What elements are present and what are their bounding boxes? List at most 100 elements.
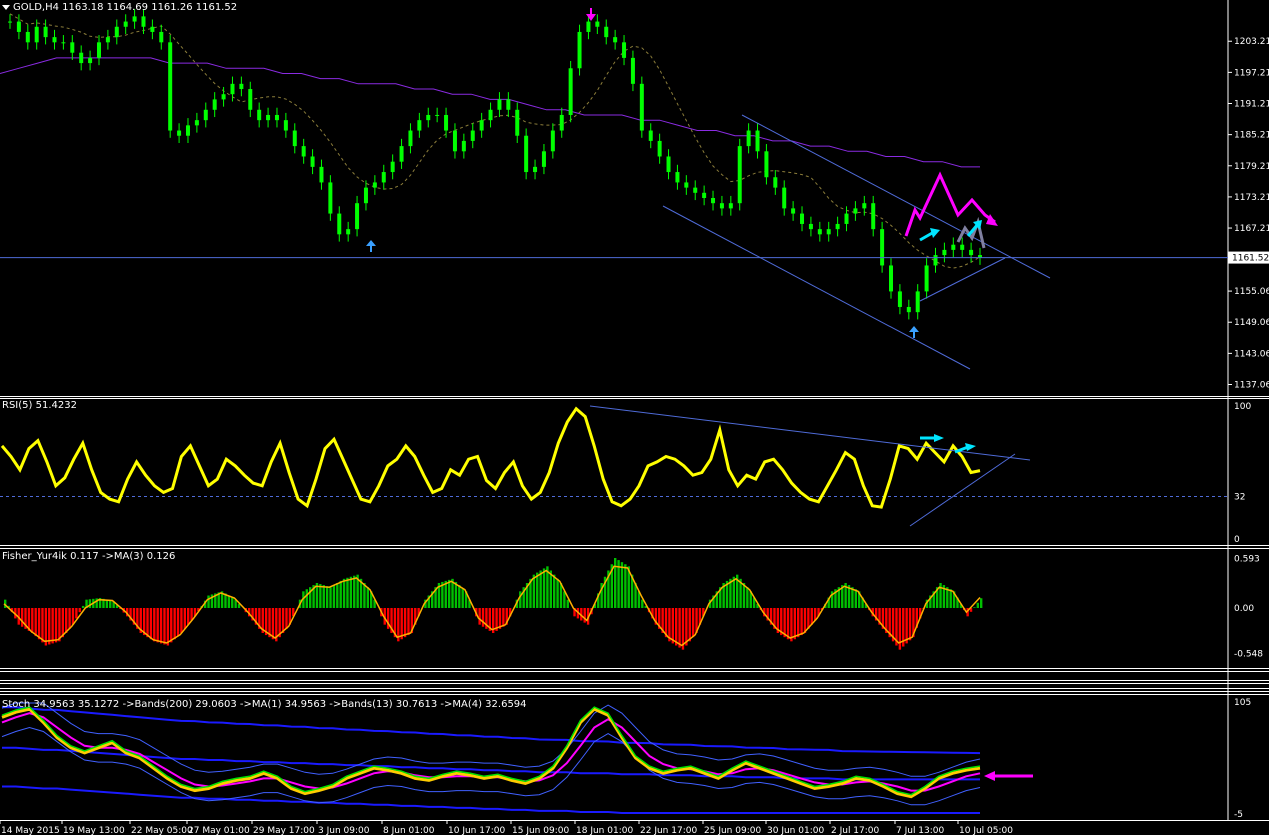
fisher-bar	[746, 587, 749, 608]
candle-body	[239, 83, 244, 90]
fisher-bar	[458, 585, 461, 608]
fisher-bar	[65, 608, 68, 633]
fisher-bar	[146, 608, 149, 638]
price-tick-label: 1203.21	[1234, 37, 1269, 47]
candle-body	[417, 120, 422, 131]
fisher-bar	[207, 595, 210, 608]
time-tick-label: 10 Jul 05:00	[959, 826, 1013, 835]
price-header: GOLD,H4 1163.18 1164.69 1161.26 1161.52	[2, 2, 237, 13]
fisher-bar	[339, 580, 342, 608]
candle-body	[550, 130, 555, 152]
time-tick-label: 25 Jun 09:00	[704, 826, 761, 835]
candle-body	[568, 68, 573, 115]
fisher-bar	[187, 608, 190, 625]
price-tick-label: 1149.06	[1234, 318, 1269, 328]
candle-body	[622, 42, 627, 58]
candle-body	[862, 203, 867, 209]
candle-body	[435, 114, 440, 116]
fisher-bar	[346, 577, 349, 608]
fisher-bar	[444, 580, 447, 608]
candle-body	[497, 99, 502, 110]
fisher-bar	[332, 585, 336, 608]
fisher-bar	[71, 608, 75, 625]
candle-body	[363, 187, 368, 204]
candle-body	[319, 166, 324, 183]
candle-body	[301, 146, 306, 157]
fisher-bar	[54, 608, 58, 643]
candle-body	[835, 223, 840, 230]
fisher-bar	[532, 574, 536, 608]
fisher-tick-label: 0.593	[1234, 555, 1260, 565]
candle-body	[185, 125, 190, 136]
symbol-label: GOLD,H4	[13, 2, 59, 13]
fisher-bar	[668, 608, 671, 642]
candle-body	[274, 114, 279, 121]
candle-body	[666, 156, 671, 173]
time-tick-label: 7 Jul 13:00	[896, 826, 945, 835]
candle-body	[791, 208, 796, 214]
fisher-bar	[447, 579, 451, 608]
fisher-bar	[271, 608, 275, 640]
fisher-bar	[231, 597, 234, 608]
candle-body	[257, 109, 262, 121]
fisher-bar	[156, 608, 159, 643]
fisher-bar	[400, 608, 403, 640]
candle-body	[426, 114, 431, 121]
candle-body	[871, 203, 876, 230]
candle-body	[515, 109, 520, 136]
candle-body	[141, 16, 146, 27]
candle-body	[897, 291, 902, 307]
fisher-bar	[556, 578, 559, 608]
fisher-bar	[173, 608, 176, 640]
candle-body	[755, 130, 760, 152]
candle-body	[746, 130, 751, 147]
fisher-bar	[539, 570, 542, 608]
fisher-bar	[78, 608, 81, 613]
candle-body	[203, 109, 208, 121]
fisher-bar	[180, 608, 183, 633]
fisher-bar	[183, 608, 186, 629]
candle-body	[221, 94, 226, 100]
fisher-bar	[980, 598, 983, 608]
fisher-bar	[563, 591, 566, 608]
fisher-bar	[363, 583, 366, 608]
candle-body	[194, 120, 199, 126]
candle-body	[79, 52, 84, 64]
candle-body	[719, 203, 724, 209]
candle-body	[782, 187, 787, 209]
candle-body	[933, 255, 938, 266]
candle-body	[452, 130, 457, 152]
fisher-bar	[800, 608, 803, 636]
fisher-bar	[675, 608, 678, 646]
price-tick-label: 1155.06	[1234, 287, 1269, 297]
candle-body	[675, 172, 680, 183]
fisher-bar	[88, 599, 92, 608]
fisher-bar	[807, 608, 810, 629]
fisher-bar	[149, 608, 153, 640]
time-tick-label: 2 Jul 17:00	[831, 826, 880, 835]
time-tick-label: 15 Jun 09:00	[512, 826, 569, 835]
fisher-bar	[163, 608, 166, 645]
fisher-bar	[366, 587, 369, 608]
candle-body	[248, 89, 253, 110]
fisher-bar	[153, 608, 156, 642]
fisher-bar	[461, 588, 464, 608]
fisher-bar	[949, 589, 952, 608]
candle-body	[25, 31, 30, 43]
time-tick-label: 8 Jun 01:00	[383, 826, 435, 835]
fisher-tick-label: -0.548	[1234, 650, 1263, 660]
fisher-bar	[905, 608, 908, 644]
candle-body	[150, 26, 155, 32]
candle-body	[693, 187, 698, 193]
time-tick-label: 30 Jun 01:00	[767, 826, 824, 835]
candle-body	[817, 229, 822, 235]
stoch-tick-label: -5	[1234, 810, 1243, 820]
candle-body	[114, 26, 119, 38]
fisher-bar	[624, 564, 627, 608]
fisher-bar	[75, 608, 78, 619]
candle-body	[648, 130, 653, 141]
candle-body	[34, 26, 39, 43]
fisher-bar	[908, 608, 912, 641]
triangle-down-icon[interactable]	[2, 4, 10, 10]
fisher-bar	[620, 562, 624, 608]
